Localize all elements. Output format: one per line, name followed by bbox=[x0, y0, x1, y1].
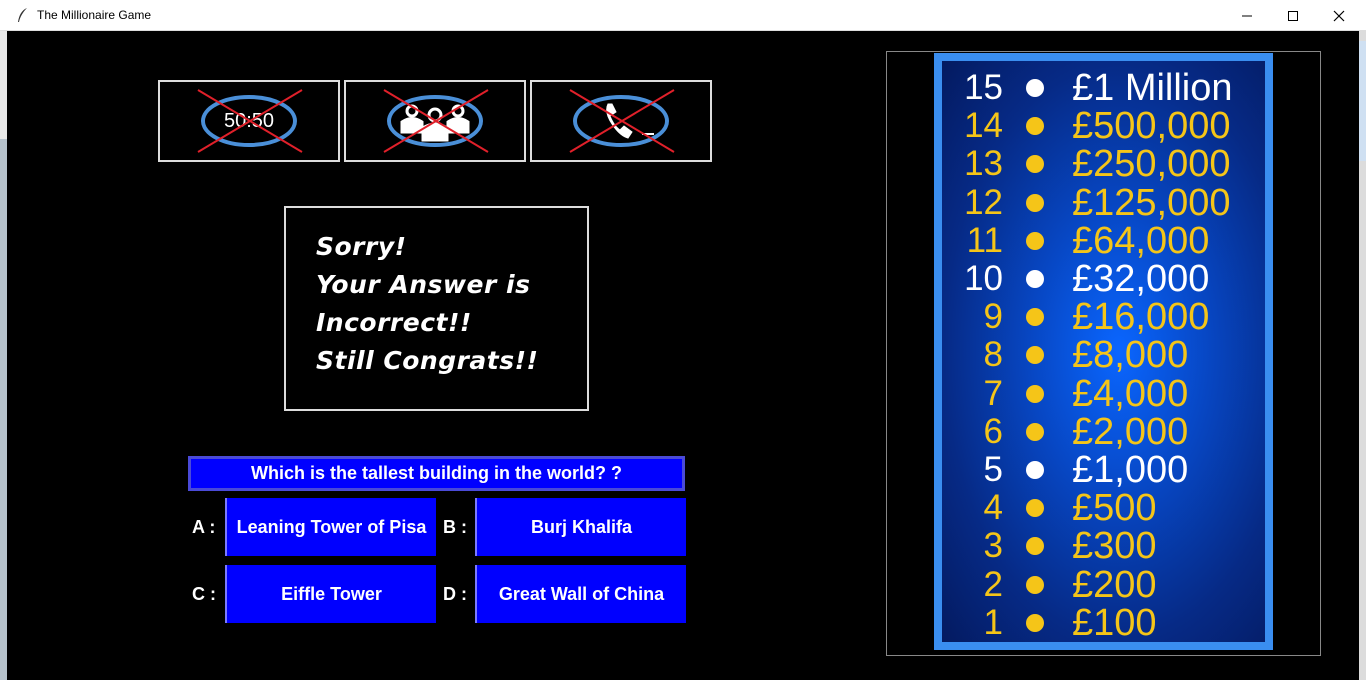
ladder-level-number: 11 bbox=[966, 220, 1003, 260]
close-icon bbox=[1333, 10, 1345, 22]
ladder-level-number: 12 bbox=[964, 182, 1003, 222]
ladder-level-2: 2 £200 bbox=[942, 563, 1265, 606]
maximize-button[interactable] bbox=[1270, 0, 1316, 31]
close-button[interactable] bbox=[1316, 0, 1362, 31]
ladder-amount: £250,000 bbox=[1072, 143, 1231, 186]
ladder-level-12: 12 £125,000 bbox=[942, 181, 1265, 224]
background-window-edge bbox=[0, 31, 7, 680]
option-d-button[interactable]: Great Wall of China bbox=[475, 565, 686, 623]
ladder-amount: £4,000 bbox=[1072, 372, 1189, 415]
ladder-level-4: 4 £500 bbox=[942, 487, 1265, 530]
ladder-dot-icon bbox=[1026, 155, 1044, 174]
ladder-dot-icon bbox=[1026, 308, 1044, 327]
ladder-level-number: 7 bbox=[983, 373, 1003, 413]
ladder-level-9: 9 £16,000 bbox=[942, 296, 1265, 339]
option-c-button[interactable]: Eiffle Tower bbox=[225, 565, 436, 623]
ladder-level-number: 15 bbox=[964, 68, 1003, 107]
option-c-label: C : bbox=[192, 584, 216, 604]
ladder-level-6: 6 £2,000 bbox=[942, 410, 1265, 453]
ladder-amount: £8,000 bbox=[1072, 334, 1189, 377]
ladder-dot-icon bbox=[1026, 231, 1044, 250]
message-line-3: Incorrect!! bbox=[316, 308, 472, 337]
minimize-icon bbox=[1242, 15, 1252, 17]
used-cross-icon bbox=[383, 89, 489, 153]
ladder-level-14: 14 £500,000 bbox=[942, 105, 1265, 148]
ladder-level-number: 9 bbox=[983, 297, 1003, 337]
ladder-level-number: 14 bbox=[964, 106, 1003, 146]
ladder-amount: £16,000 bbox=[1072, 296, 1210, 339]
ladder-dot-icon bbox=[1026, 537, 1044, 556]
ladder-level-number: 3 bbox=[983, 526, 1003, 566]
money-ladder: 15 £1 Million 14 £500,000 13 £250,000 12 £125,0… bbox=[934, 53, 1273, 650]
ladder-level-number: 5 bbox=[983, 450, 1003, 489]
ladder-level-3: 3 £300 bbox=[942, 525, 1265, 568]
ladder-amount: £1 Million bbox=[1072, 67, 1233, 109]
ladder-dot-icon bbox=[1026, 575, 1044, 594]
ladder-level-5: 5 £1,000 bbox=[942, 449, 1265, 491]
ladder-dot-icon bbox=[1026, 422, 1044, 441]
option-a-button[interactable]: Leaning Tower of Pisa bbox=[225, 498, 436, 556]
used-cross-icon bbox=[197, 89, 303, 153]
ladder-level-10: 10 £32,000 bbox=[942, 258, 1265, 300]
question-text: Which is the tallest building in the wor… bbox=[188, 456, 685, 491]
ladder-level-number: 1 bbox=[983, 602, 1003, 642]
ladder-dot-icon bbox=[1026, 461, 1044, 479]
minimize-button[interactable] bbox=[1224, 0, 1270, 31]
option-b-label: B : bbox=[443, 517, 467, 537]
lifeline-50-50-button[interactable]: 50:50 bbox=[158, 80, 340, 162]
option-d-label: D : bbox=[443, 584, 467, 604]
ladder-dot-icon bbox=[1026, 117, 1044, 136]
result-message-box: Sorry! Your Answer is Incorrect!! Still … bbox=[284, 206, 589, 411]
message-line-4: Still Congrats!! bbox=[316, 346, 539, 375]
ladder-amount: £64,000 bbox=[1072, 219, 1210, 262]
ladder-level-number: 4 bbox=[983, 488, 1003, 528]
ladder-level-15: 15 £1 Million bbox=[942, 67, 1265, 109]
option-a-label: A : bbox=[192, 517, 216, 537]
ladder-level-7: 7 £4,000 bbox=[942, 372, 1265, 415]
ladder-level-1: 1 £100 bbox=[942, 601, 1265, 644]
ladder-dot-icon bbox=[1026, 79, 1044, 97]
ladder-amount: £32,000 bbox=[1072, 258, 1210, 300]
ladder-dot-icon bbox=[1026, 499, 1044, 518]
ladder-dot-icon bbox=[1026, 270, 1044, 288]
ladder-amount: £125,000 bbox=[1072, 181, 1231, 224]
ladder-dot-icon bbox=[1026, 346, 1044, 365]
window-title: The Millionaire Game bbox=[37, 8, 152, 22]
option-b-button[interactable]: Burj Khalifa bbox=[475, 498, 686, 556]
ladder-amount: £100 bbox=[1072, 601, 1157, 644]
message-line-2: Your Answer is bbox=[316, 270, 531, 299]
ladder-level-number: 2 bbox=[983, 564, 1003, 604]
ladder-amount: £200 bbox=[1072, 563, 1157, 606]
ladder-level-number: 10 bbox=[964, 259, 1003, 298]
ladder-dot-icon bbox=[1026, 193, 1044, 212]
used-cross-icon bbox=[569, 89, 675, 153]
ladder-level-number: 8 bbox=[983, 335, 1003, 375]
ladder-amount: £1,000 bbox=[1072, 449, 1189, 491]
lifeline-audience-button[interactable] bbox=[344, 80, 526, 162]
ladder-amount: £500,000 bbox=[1072, 105, 1231, 148]
window-titlebar: The Millionaire Game bbox=[0, 0, 1366, 31]
ladder-dot-icon bbox=[1026, 384, 1044, 403]
maximize-icon bbox=[1288, 11, 1298, 21]
ladder-level-13: 13 £250,000 bbox=[942, 143, 1265, 186]
message-line-1: Sorry! bbox=[316, 232, 407, 261]
ladder-amount: £500 bbox=[1072, 487, 1157, 530]
feather-icon bbox=[18, 8, 27, 22]
ladder-level-number: 6 bbox=[983, 411, 1003, 451]
background-window-edge-right bbox=[1359, 31, 1366, 680]
lifeline-phone-button[interactable] bbox=[530, 80, 712, 162]
ladder-level-number: 13 bbox=[964, 144, 1003, 184]
ladder-dot-icon bbox=[1026, 613, 1044, 632]
ladder-level-11: 11 £64,000 bbox=[942, 219, 1265, 262]
ladder-level-8: 8 £8,000 bbox=[942, 334, 1265, 377]
ladder-amount: £300 bbox=[1072, 525, 1157, 568]
ladder-amount: £2,000 bbox=[1072, 410, 1189, 453]
